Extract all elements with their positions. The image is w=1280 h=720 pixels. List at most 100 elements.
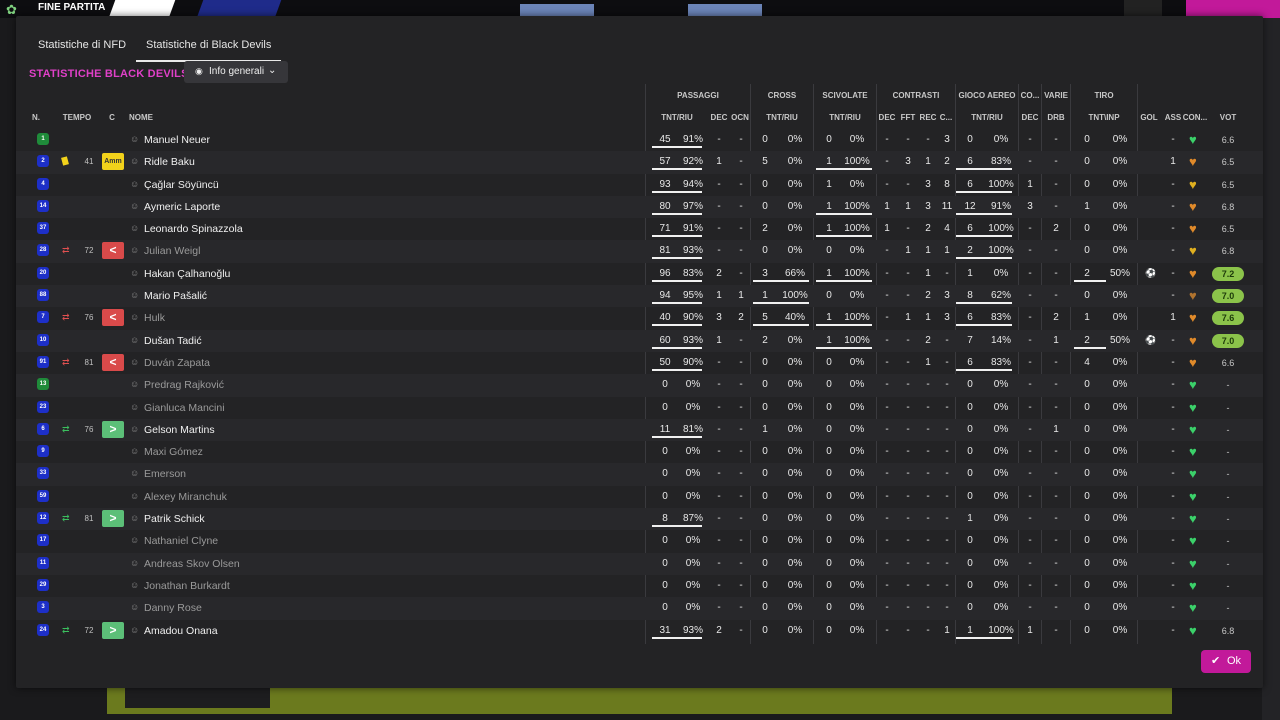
stat-st: 0 — [826, 245, 832, 257]
table-row[interactable]: 2 41 Amm ☺ Ridle Baku 57 92% 1-5 0% 1 100% -3 1 2 6 83%… — [16, 151, 1263, 174]
stat-ct: 0 — [762, 401, 768, 413]
stat-tp: 0% — [1112, 557, 1128, 569]
col-header-con-c[interactable]: C... — [938, 113, 954, 122]
col-header-varie-drb[interactable]: DRB — [1042, 113, 1070, 122]
stat-kf: - — [906, 290, 910, 302]
col-header-ass[interactable]: ASS — [1163, 113, 1183, 122]
player-name[interactable]: Amadou Onana — [144, 625, 218, 637]
table-row[interactable]: 9 ☺ Maxi Gómez 0 0% - - 0 0% 0 0% - - - - 0 0% - - 0 0% - ♥ - — [16, 441, 1263, 463]
table-row[interactable]: 6 ⇄ 76 > ☺ Gelson Martins 11 81% - - 1 0% 0 0% - - - - 0 0%… — [16, 418, 1263, 442]
player-name[interactable]: Duván Zapata — [144, 357, 210, 369]
col-header-vot[interactable]: VOT — [1212, 113, 1244, 122]
stat-sp: 0% — [849, 446, 865, 458]
col-header-gol[interactable]: GOL — [1138, 113, 1160, 122]
table-row[interactable]: 1 ☺ Manuel Neuer 45 91% - - 0 0% 0 0% - - - 3 0 0% - - 0 0% -… — [16, 129, 1263, 151]
table-row[interactable]: 3 ☺ Danny Rose 0 0% - - 0 0% 0 0% - - - - 0 0% - - 0 0% - ♥ - — [16, 597, 1263, 620]
col-header-con-fft[interactable]: FFT — [898, 113, 918, 122]
stat-ct: 0 — [762, 134, 768, 145]
stat-tt: 0 — [1084, 490, 1090, 502]
col-header-nome[interactable]: NOME — [128, 113, 154, 122]
table-row[interactable]: 13 ☺ Predrag Rajković 0 0% - - 0 0% 0 0% - - - - 0 0% - - 0… — [16, 374, 1263, 397]
col-header-cross-tntriu[interactable]: TNT/RIU — [751, 113, 813, 122]
player-name[interactable]: Gianluca Mancini — [144, 402, 225, 414]
table-row[interactable]: 24 ⇄ 72 > ☺ Amadou Onana 31 93% 2-0 0% 0 0% - - -1 1 100… — [16, 620, 1263, 642]
table-row[interactable]: 4 ☺ Çağlar Söyüncü 93 94% - - 0 0% 1 0% - - 3 8 6 100% 1 -… — [16, 174, 1263, 196]
col-header-pass-dec[interactable]: DEC — [708, 113, 730, 122]
stat-tt: 0 — [1084, 602, 1090, 614]
table-row[interactable]: 28 ⇄ 72 < ☺ Julian Weigl 81 93% - - 0 0% 0 0% - 1 1 1 2 100… — [16, 240, 1263, 263]
stat-at: 7 — [967, 334, 973, 346]
stat-sp: 100% — [844, 267, 870, 279]
stat-ap: 0% — [993, 468, 1009, 480]
player-name[interactable]: Patrik Schick — [144, 513, 205, 525]
stat-pp: 81% — [682, 423, 703, 435]
col-header-sciv-tntriu[interactable]: TNT/RIU — [814, 113, 876, 122]
player-name[interactable]: Hulk — [144, 312, 165, 324]
stat-vd: - — [1054, 602, 1058, 614]
ok-button[interactable]: ✔ Ok — [1201, 650, 1251, 673]
col-header-c[interactable]: C — [106, 113, 118, 122]
view-dropdown[interactable]: ◉ Info generali ⌄ — [184, 61, 288, 83]
stat-pd: 1 — [716, 334, 722, 346]
stat-underline — [652, 368, 702, 371]
table-row[interactable]: 29 ☺ Jonathan Burkardt 0 0% - - 0 0% 0 0% - - - - 0 0% - -… — [16, 575, 1263, 597]
table-row[interactable]: 88 ☺ Mario Pašalić 94 95% 1 1 1 100% 0 0% - - 2 3 8 62% -… — [16, 285, 1263, 308]
table-row[interactable]: 7 ⇄ 76 < ☺ Hulk 40 90% 3 2 5 40% 1 100% - 1 1 3 6 83% - 2 1 0% 1… — [16, 307, 1263, 329]
stat-pd: - — [717, 602, 721, 614]
col-header-con-dec[interactable]: DEC — [877, 113, 897, 122]
stat-od: - — [1028, 334, 1032, 346]
player-name[interactable]: Predrag Rajković — [144, 379, 224, 391]
player-name[interactable]: Andreas Skov Olsen — [144, 558, 240, 570]
col-header-con[interactable]: CON... — [1182, 113, 1208, 122]
table-row[interactable]: 59 ☺ Alexey Miranchuk 0 0% - - 0 0% 0 0% - - - - 0 0% - - 0… — [16, 486, 1263, 508]
col-header-con-rec[interactable]: REC — [918, 113, 938, 122]
player-name[interactable]: Hakan Çalhanoğlu — [144, 268, 230, 280]
view-dropdown-label: Info generali — [209, 66, 265, 77]
shirt-number-badge: 13 — [37, 378, 49, 391]
tab-nfd-stats[interactable]: Statistiche di NFD — [28, 34, 136, 60]
stat-kc: 4 — [944, 223, 950, 235]
player-name[interactable]: Alexey Miranchuk — [144, 491, 227, 503]
table-row[interactable]: 33 ☺ Emerson 0 0% - - 0 0% 0 0% - - - - 0 0% - - 0 0% - ♥ - — [16, 463, 1263, 486]
player-name[interactable]: Danny Rose — [144, 602, 202, 614]
player-name[interactable]: Julian Weigl — [144, 245, 200, 257]
player-name[interactable]: Maxi Gómez — [144, 446, 203, 458]
player-name[interactable]: Çağlar Söyüncü — [144, 179, 219, 191]
player-name[interactable]: Jonathan Burkardt — [144, 580, 230, 592]
table-row[interactable]: 91 ⇄ 81 < ☺ Duván Zapata 50 90% - - 0 0% 0 0% - - 1 - 6 83%… — [16, 352, 1263, 374]
player-name[interactable]: Emerson — [144, 468, 186, 480]
player-name[interactable]: Gelson Martins — [144, 424, 215, 436]
col-header-number[interactable]: N. — [28, 113, 44, 122]
stat-underline — [956, 636, 1012, 639]
col-header-pass-tntriu[interactable]: TNT/RIU — [647, 113, 707, 122]
table-row[interactable]: 10 ☺ Dušan Tadić 60 93% 1 - 2 0% 1 100% - - 2 - 7 14% - 1 2… — [16, 329, 1263, 352]
table-row[interactable]: 20 ☺ Hakan Çalhanoğlu 96 83% 2 - 3 66% 1 100% - - 1 - 1… — [16, 263, 1263, 285]
col-header-aereo-tntriu[interactable]: TNT/RIU — [956, 113, 1018, 122]
player-name[interactable]: Ridle Baku — [144, 156, 195, 168]
stat-pt: 96 — [659, 267, 671, 279]
tab-black-devils-stats[interactable]: Statistiche di Black Devils — [136, 34, 282, 62]
stat-kd: - — [885, 602, 889, 614]
player-name[interactable]: Nathaniel Clyne — [144, 535, 218, 547]
player-name[interactable]: Aymeric Laporte — [144, 201, 220, 213]
stat-ct: 1 — [762, 290, 768, 302]
stat-ap: 0% — [993, 513, 1009, 525]
stat-pp: 0% — [685, 535, 701, 547]
col-header-co-dec[interactable]: DEC — [1019, 113, 1041, 122]
table-row[interactable]: 12 ⇄ 81 > ☺ Patrik Schick 8 87% - - 0 0% 0 0% - - - - 1 0% -… — [16, 508, 1263, 531]
col-header-tiro-tntinp[interactable]: TNT\INP — [1071, 113, 1137, 122]
table-row[interactable]: 11 ☺ Andreas Skov Olsen 0 0% - - 0 0% 0 0% - - - - 0 0% -… — [16, 552, 1263, 575]
player-rating: - — [1226, 536, 1230, 547]
col-header-pass-ocn[interactable]: OCN — [730, 113, 750, 122]
player-name[interactable]: Manuel Neuer — [144, 134, 210, 146]
player-name[interactable]: Mario Pašalić — [144, 290, 207, 302]
table-row[interactable]: 14 ☺ Aymeric Laporte 80 97% - -0 0% 1 100% 1 1 3 11 12… — [16, 195, 1263, 219]
table-row[interactable]: 37 ☺ Leonardo Spinazzola 71 91% - - 2 0% 1 100% 1 - 2… — [16, 218, 1263, 240]
player-name[interactable]: Leonardo Spinazzola — [144, 223, 243, 235]
table-row[interactable]: 23 ☺ Gianluca Mancini 0 0% - - 0 0% 0 0% - - - - 0 0% - - 0… — [16, 397, 1263, 419]
col-header-tempo[interactable]: TEMPO — [60, 113, 94, 122]
stat-tt: 0 — [1084, 223, 1090, 235]
stat-po: - — [739, 245, 743, 257]
player-name[interactable]: Dušan Tadić — [144, 335, 202, 347]
table-row[interactable]: 17 ☺ Nathaniel Clyne 0 0% - - 0 0% 0 0% - - - - 0 0% - - 0 0… — [16, 530, 1263, 552]
